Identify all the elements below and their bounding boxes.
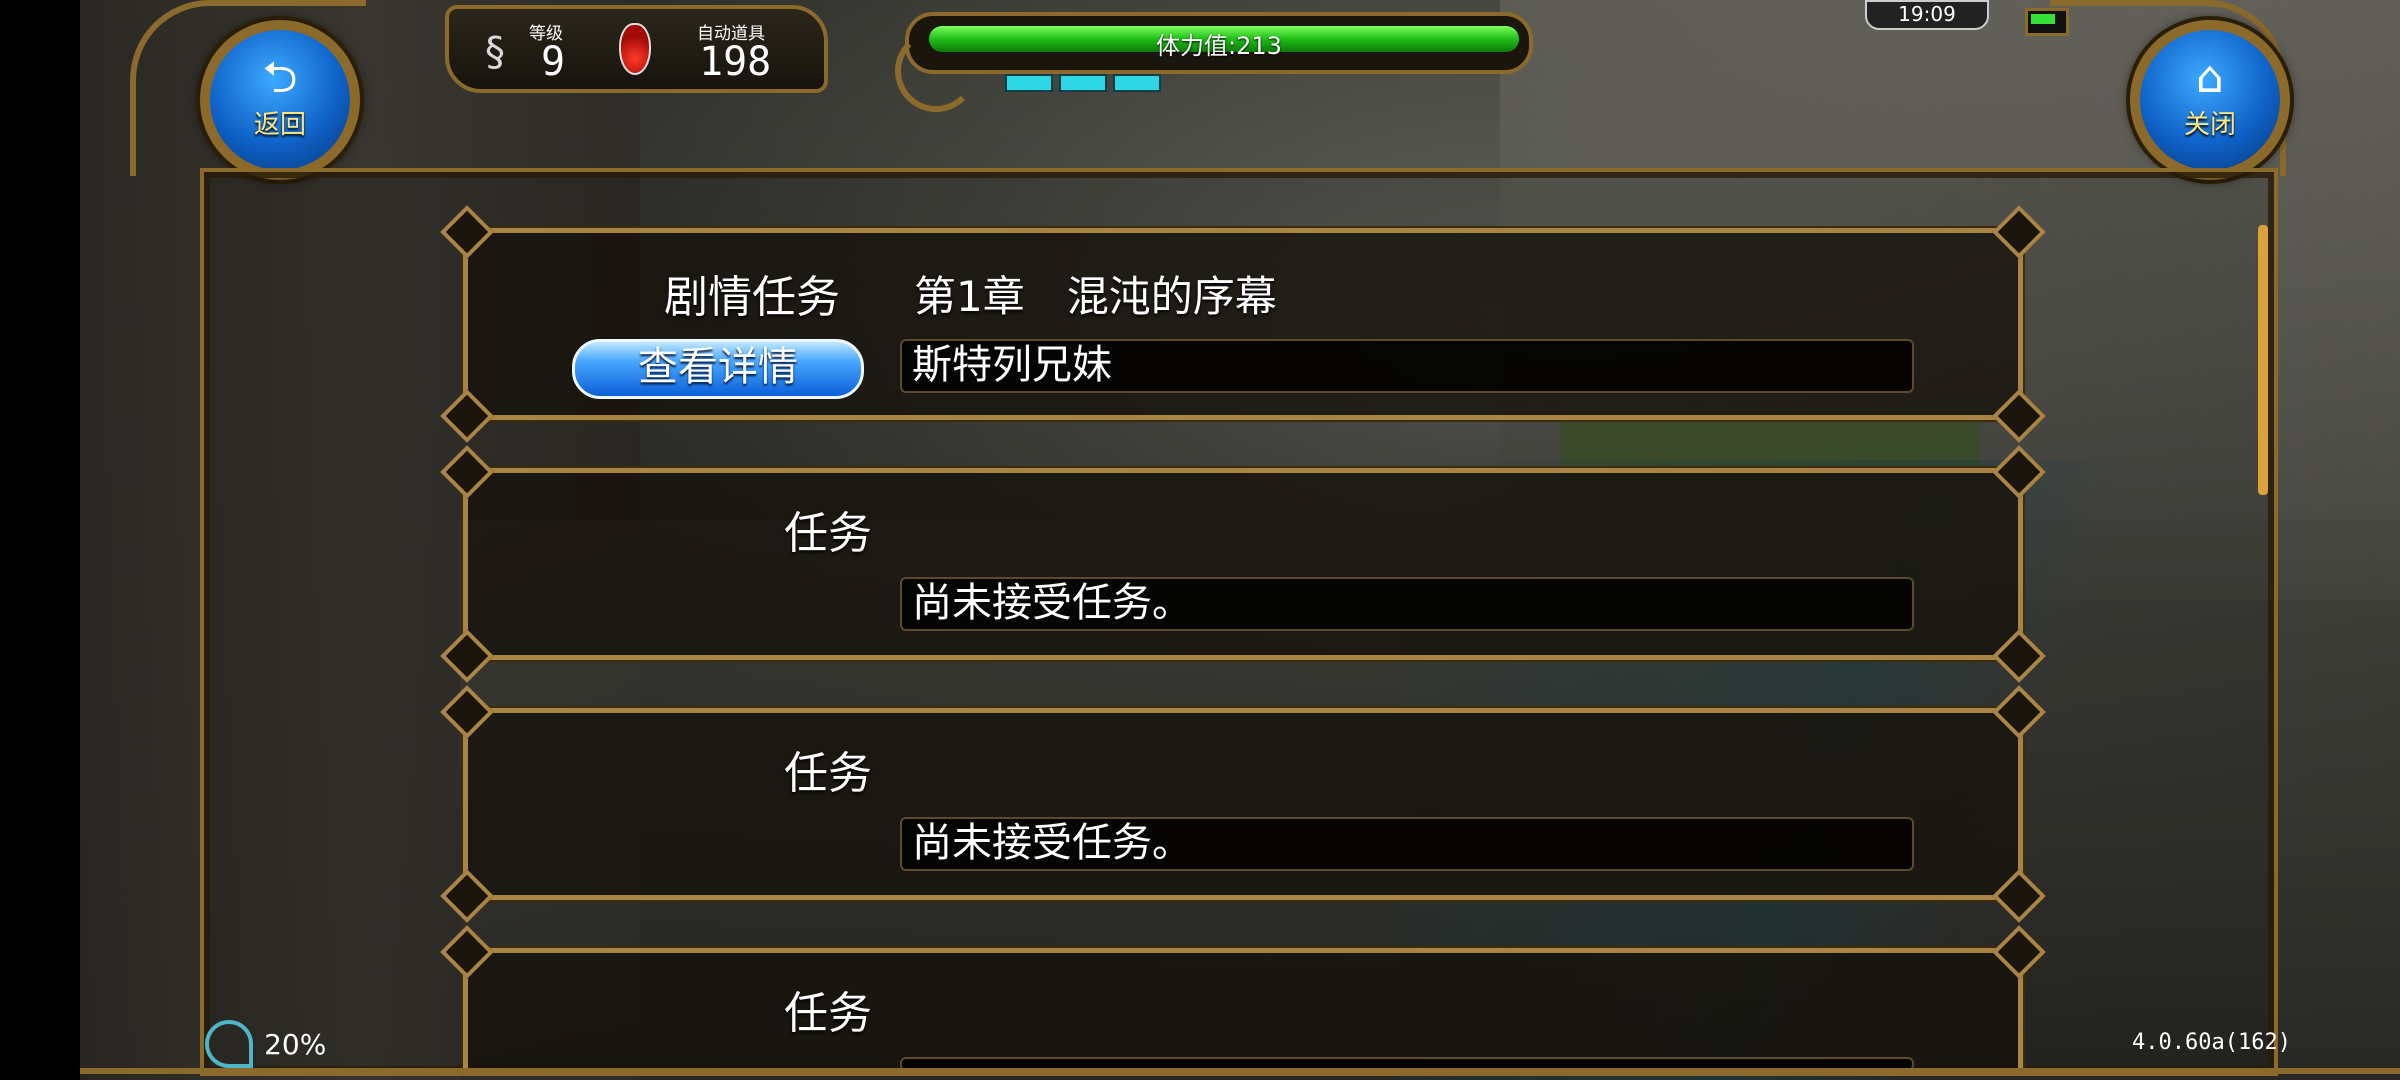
home-icon: ⌂ <box>2196 52 2224 103</box>
stamina-pip <box>1059 74 1107 92</box>
view-details-button[interactable]: 查看详情 <box>572 339 864 399</box>
version-text: 4.0.60a(162) <box>2132 1030 2291 1055</box>
quest-title: 剧情任务 <box>664 272 840 323</box>
quest-title: 任务 <box>784 508 872 559</box>
battery-icon <box>2025 8 2069 36</box>
quest-value-field[interactable]: 尚未接受任务。 <box>900 577 1914 631</box>
network-percent: 20% <box>264 1027 327 1061</box>
level-icon: § <box>485 29 505 75</box>
quest-title: 任务 <box>784 988 872 1039</box>
quest-card-story: 剧情任务 第1章 混沌的序幕 查看详情 斯特列兄妹 <box>440 205 2046 443</box>
close-button[interactable]: ⌂ 关闭 <box>2130 20 2290 180</box>
quest-card: 任务 尚未接受任务。 <box>440 685 2046 923</box>
quest-panel-scrollbar[interactable] <box>2258 225 2268 495</box>
back-arrow-icon: ⮌ <box>262 52 298 103</box>
stamina-text: 体力值:213 <box>1156 32 1282 60</box>
quest-title: 任务 <box>784 748 872 799</box>
auto-item-value: 198 <box>699 39 772 85</box>
back-button[interactable]: ⮌ 返回 <box>200 20 360 180</box>
back-button-label: 返回 <box>253 110 306 140</box>
network-icon <box>205 1020 253 1068</box>
player-stats: § 等级 9 自动道具 198 <box>445 5 828 93</box>
quest-value-field[interactable]: 斯特列兄妹 <box>900 339 1914 393</box>
quest-chapter: 第1章 混沌的序幕 <box>914 272 1277 321</box>
clock-time: 19:09 <box>1898 2 1956 26</box>
quest-card: 任务 <box>440 925 2046 1071</box>
bottom-frame-line <box>80 1068 2400 1074</box>
quest-value-field[interactable]: 尚未接受任务。 <box>900 817 1914 871</box>
stamina-pip <box>1113 74 1161 92</box>
network-status: 20% <box>205 1020 326 1068</box>
stamina-bar: 体力值:213 <box>895 12 1533 112</box>
clock: 19:09 <box>1865 0 1989 30</box>
stamina-pip <box>1005 74 1053 92</box>
quest-card: 任务 尚未接受任务。 <box>440 445 2046 683</box>
close-button-label: 关闭 <box>2183 110 2236 140</box>
potion-icon <box>619 23 651 75</box>
level-value: 9 <box>541 39 566 85</box>
stamina-pips <box>1005 74 1167 96</box>
